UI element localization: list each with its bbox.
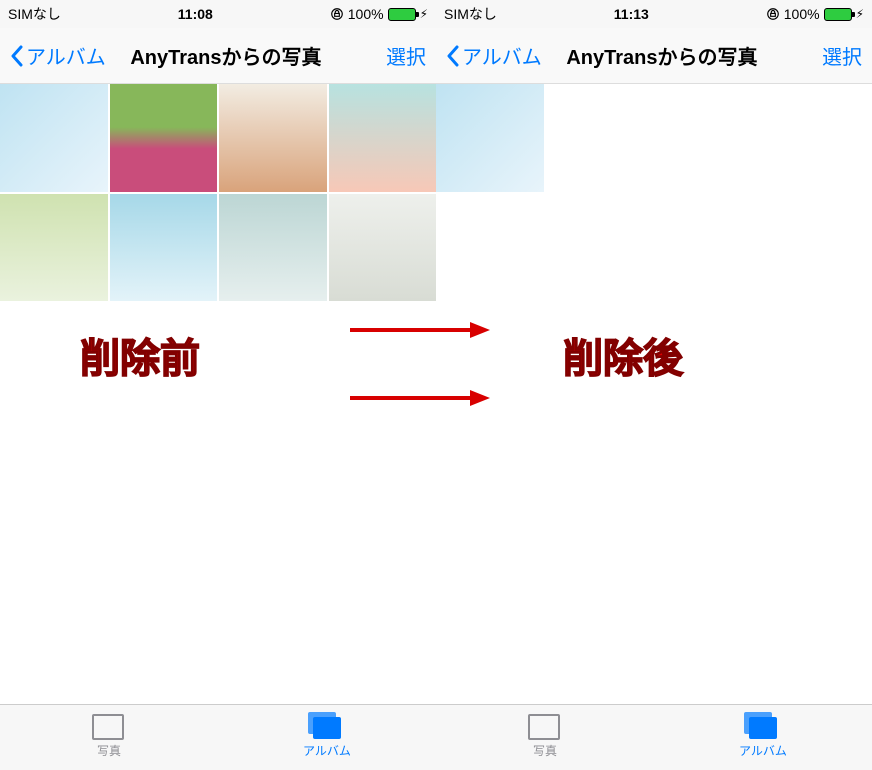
battery-percent: 100% <box>348 6 384 22</box>
tab-label: アルバム <box>303 742 351 759</box>
tab-bar: 写真 アルバム <box>0 704 436 770</box>
screenshot-before: SIMなし 11:08 100% ⚡︎ アルバム AnyTransからの写真 選… <box>0 0 436 770</box>
photo-thumbnail[interactable] <box>219 194 327 302</box>
rotation-lock-icon <box>766 7 780 21</box>
photo-thumbnail[interactable] <box>329 84 437 192</box>
charging-icon: ⚡︎ <box>856 7 864 21</box>
select-button[interactable]: 選択 <box>386 41 426 70</box>
select-button[interactable]: 選択 <box>822 41 862 70</box>
tab-photos[interactable]: 写真 <box>436 705 654 770</box>
battery-icon <box>388 8 416 21</box>
photo-thumbnail[interactable] <box>110 84 218 192</box>
carrier-text: SIMなし <box>444 4 497 24</box>
chevron-left-icon <box>446 45 460 67</box>
page-title: AnyTransからの写真 <box>66 41 386 70</box>
charging-icon: ⚡︎ <box>420 7 428 21</box>
photo-thumbnail[interactable] <box>219 84 327 192</box>
photo-thumbnail[interactable] <box>110 194 218 302</box>
tab-albums[interactable]: アルバム <box>218 705 436 770</box>
clock: 11:08 <box>178 6 213 22</box>
status-bar: SIMなし 11:08 100% ⚡︎ <box>0 0 436 28</box>
rotation-lock-icon <box>330 7 344 21</box>
photo-thumbnail[interactable] <box>329 194 437 302</box>
tab-label: 写真 <box>533 742 557 759</box>
nav-bar: アルバム AnyTransからの写真 選択 <box>0 28 436 84</box>
photos-stack-icon <box>95 717 123 739</box>
albums-stack-icon <box>313 717 341 739</box>
photo-grid-area[interactable] <box>436 84 872 704</box>
status-bar: SIMなし 11:13 100% ⚡︎ <box>436 0 872 28</box>
clock: 11:13 <box>614 6 649 22</box>
carrier-text: SIMなし <box>8 4 61 24</box>
battery-percent: 100% <box>784 6 820 22</box>
photo-thumbnail[interactable] <box>0 194 108 302</box>
photo-thumbnail[interactable] <box>0 84 108 192</box>
chevron-left-icon <box>10 45 24 67</box>
tab-photos[interactable]: 写真 <box>0 705 218 770</box>
photos-stack-icon <box>531 717 559 739</box>
battery-icon <box>824 8 852 21</box>
tab-bar: 写真 アルバム <box>436 704 872 770</box>
photo-grid-area[interactable] <box>0 84 436 704</box>
tab-albums[interactable]: アルバム <box>654 705 872 770</box>
photo-thumbnail[interactable] <box>436 84 544 192</box>
screenshot-after: SIMなし 11:13 100% ⚡︎ アルバム AnyTransからの写真 選… <box>436 0 872 770</box>
tab-label: アルバム <box>739 742 787 759</box>
nav-bar: アルバム AnyTransからの写真 選択 <box>436 28 872 84</box>
albums-stack-icon <box>749 717 777 739</box>
tab-label: 写真 <box>97 742 121 759</box>
page-title: AnyTransからの写真 <box>502 41 822 70</box>
